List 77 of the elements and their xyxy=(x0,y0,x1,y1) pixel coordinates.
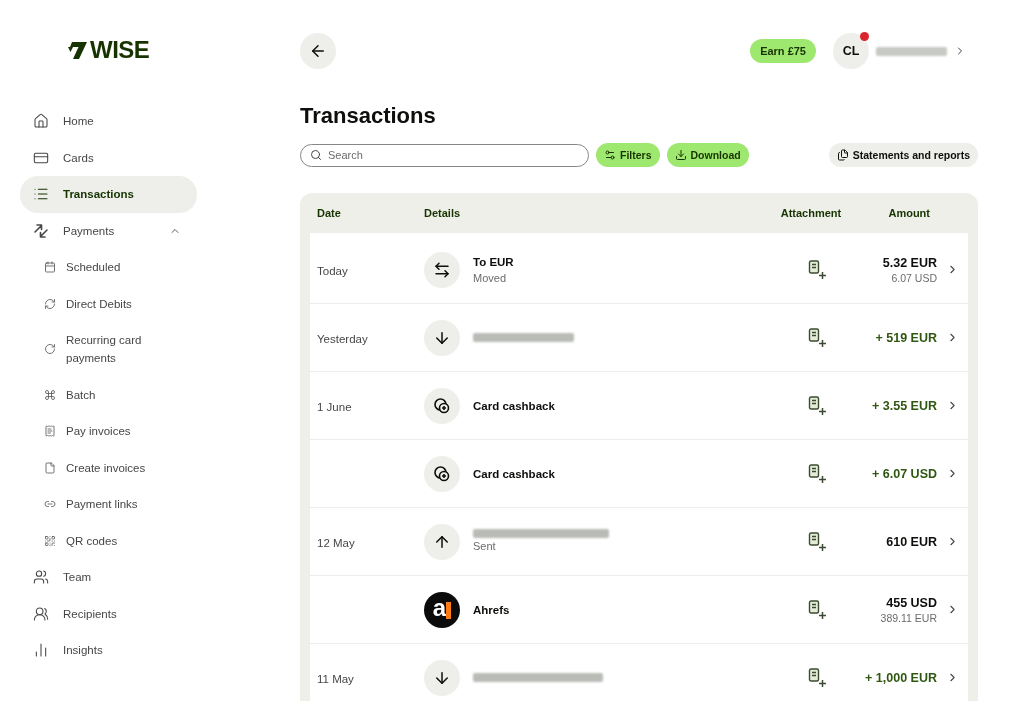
documents-icon xyxy=(836,149,849,161)
nav-subitem[interactable]: QR codes xyxy=(20,522,197,559)
nav-subitem[interactable]: Direct Debits xyxy=(20,285,197,322)
calendar-icon xyxy=(44,261,56,274)
receipt-plus-icon[interactable] xyxy=(808,395,828,416)
date-text: 11 May xyxy=(317,672,354,685)
nav-subitem[interactable]: Batch xyxy=(20,376,197,413)
date-text: 12 May xyxy=(317,536,355,549)
nav-subitem[interactable]: Payment links xyxy=(20,486,197,523)
people-group-icon xyxy=(33,569,49,586)
coins-plus-icon xyxy=(424,387,460,424)
amount-text: + 519 EUR xyxy=(875,330,937,345)
amount-text: 455 USD xyxy=(886,595,937,610)
file-icon xyxy=(44,461,56,474)
avatar[interactable]: CL xyxy=(833,33,869,69)
command-icon xyxy=(44,388,56,401)
nav-item[interactable]: Payments xyxy=(20,212,197,249)
logo-text: WISE xyxy=(90,37,150,63)
nav-item[interactable]: Transactions xyxy=(20,176,197,213)
left-right-arrows-icon xyxy=(424,251,460,288)
action-button[interactable]: Download xyxy=(666,143,749,167)
nav-subitem[interactable]: Pay invoices xyxy=(20,413,197,450)
nav-subitem[interactable]: Recurring card payments xyxy=(20,322,197,377)
nav-subitem[interactable]: Scheduled xyxy=(20,249,197,286)
column-header: Amount xyxy=(887,207,930,219)
back-button[interactable] xyxy=(300,33,336,69)
secondary-button[interactable]: Statements and reports xyxy=(828,143,978,167)
refresh-icon xyxy=(44,297,56,310)
rotate-icon xyxy=(44,343,56,356)
transaction-title: Card cashback xyxy=(473,466,555,482)
nav-subitem[interactable]: Create invoices xyxy=(20,449,197,486)
amount-text: + 6.07 USD xyxy=(872,466,937,481)
column-header: Date xyxy=(317,207,342,219)
date-text: Today xyxy=(317,264,348,277)
amount-text: + 3.55 EUR xyxy=(872,398,937,413)
earn-button[interactable]: Earn £75 xyxy=(750,39,816,63)
converted-amount: 6.07 USD xyxy=(891,271,937,284)
page-title: Transactions xyxy=(300,103,437,129)
column-header: Attachment xyxy=(780,207,842,219)
transfer-arrows-icon xyxy=(33,222,49,239)
receipt-plus-icon[interactable] xyxy=(808,463,828,484)
date-text: Yesterday xyxy=(317,332,368,345)
blurred-account-name xyxy=(876,46,947,56)
date-text: 1 June xyxy=(317,400,352,413)
download-icon xyxy=(674,149,687,161)
nav-item[interactable]: Team xyxy=(20,559,197,596)
logo-mark-icon xyxy=(68,41,87,59)
nav-item[interactable]: Recipients xyxy=(20,595,197,632)
converted-amount: 389.11 EUR xyxy=(880,611,937,624)
transaction-subtitle: Sent xyxy=(473,539,497,554)
nav-item[interactable]: Insights xyxy=(20,632,197,669)
action-button[interactable]: Filters xyxy=(596,143,660,167)
receipt-plus-icon[interactable] xyxy=(808,259,828,280)
transaction-subtitle: Moved xyxy=(473,270,508,286)
people-icon xyxy=(33,605,49,622)
search-icon xyxy=(310,149,322,161)
nav-item[interactable]: Home xyxy=(20,103,197,140)
transaction-title: To EUR xyxy=(473,254,514,270)
receipt-plus-icon[interactable] xyxy=(808,599,828,620)
nav-item[interactable]: Cards xyxy=(20,139,197,176)
qr-code-icon xyxy=(44,534,56,547)
transaction-title: Card cashback xyxy=(473,398,555,414)
amount-text: + 1,000 EUR xyxy=(865,670,937,685)
receipt-plus-icon[interactable] xyxy=(808,531,828,552)
receipt-icon xyxy=(44,425,56,438)
receipt-plus-icon[interactable] xyxy=(808,667,828,688)
column-header: Details xyxy=(424,207,462,219)
merchant-logo: a xyxy=(424,591,460,628)
home-icon xyxy=(33,113,49,130)
receipt-plus-icon[interactable] xyxy=(808,327,828,348)
search-field[interactable]: Search xyxy=(300,143,589,167)
bar-chart-icon xyxy=(33,642,49,659)
coins-plus-icon xyxy=(424,455,460,492)
amount-text: 610 EUR xyxy=(886,534,937,549)
sliders-icon xyxy=(604,149,616,161)
transaction-title: Ahrefs xyxy=(473,602,510,618)
amount-text: 5.32 EUR xyxy=(882,255,937,270)
